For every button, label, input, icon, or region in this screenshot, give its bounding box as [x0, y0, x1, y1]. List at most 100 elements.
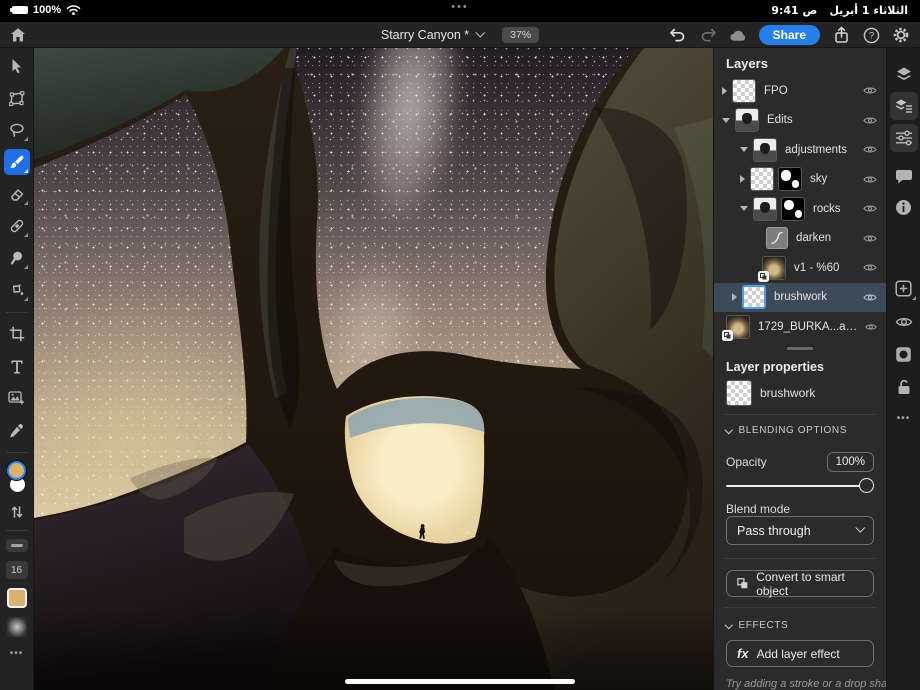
tool-options-indicator	[23, 265, 28, 269]
eraser-tool[interactable]	[4, 181, 30, 207]
blend-mode-label: Blend mode	[726, 502, 791, 516]
slider-knob[interactable]	[859, 478, 874, 493]
fill-tool[interactable]	[4, 277, 30, 303]
settings-gear-icon[interactable]	[892, 26, 910, 44]
canyon-rocks-illustration	[34, 48, 713, 690]
layer-visibility-button[interactable]	[890, 308, 918, 336]
brush-hardness-preview[interactable]	[6, 617, 27, 637]
caret-expanded-icon[interactable]	[740, 206, 748, 212]
adjustments-panel-toggle[interactable]	[889, 124, 918, 152]
layer-thumbnail[interactable]	[735, 108, 759, 133]
caret-collapsed-icon[interactable]	[740, 175, 745, 184]
opacity-value-field[interactable]: 100%	[826, 452, 874, 472]
lasso-tool[interactable]	[4, 117, 30, 143]
smart-object-thumbnail[interactable]	[722, 314, 750, 341]
layer-properties-panel-toggle[interactable]	[889, 92, 918, 120]
swap-colors-button[interactable]	[4, 503, 30, 521]
lock-layer-button[interactable]	[890, 372, 918, 400]
cloud-sync-icon[interactable]	[729, 26, 747, 44]
layer-row-rocks[interactable]: rocks	[714, 194, 886, 224]
layers-panel-title: Layers	[726, 56, 768, 71]
move-tool[interactable]	[4, 53, 30, 79]
type-tool[interactable]	[4, 353, 30, 379]
crop-tool[interactable]	[4, 321, 30, 347]
panel-drag-handle[interactable]	[787, 347, 813, 350]
more-tool-options-button[interactable]: •••	[10, 648, 24, 659]
layer-row-1729-burka[interactable]: 1729_BURKA...anced-NR33	[714, 312, 886, 342]
add-mask-button[interactable]	[890, 340, 918, 368]
visibility-eye-icon[interactable]	[863, 115, 877, 126]
layer-row-v1[interactable]: v1 - %60	[714, 253, 886, 283]
layer-name: FPO	[764, 84, 788, 97]
brush-color-swatch[interactable]	[6, 588, 27, 608]
smart-object-thumbnail[interactable]	[758, 255, 786, 282]
document-title-area[interactable]: Starry Canyon * 37%	[381, 22, 540, 48]
layer-row-brushwork-selected[interactable]: brushwork	[714, 282, 886, 312]
layer-thumbnail[interactable]	[753, 137, 777, 162]
more-layer-options-button[interactable]: •••	[890, 404, 918, 432]
undo-button[interactable]	[669, 26, 687, 44]
eyedropper-tool[interactable]	[4, 417, 30, 443]
add-layer-button[interactable]	[890, 274, 918, 302]
visibility-eye-icon[interactable]	[863, 233, 877, 244]
blend-mode-dropdown[interactable]: Pass through	[726, 516, 874, 545]
canvas-image[interactable]	[34, 48, 713, 690]
brush-size-value[interactable]: 16	[5, 561, 28, 579]
layers-panel-toggle[interactable]	[890, 60, 918, 88]
foreground-color-well[interactable]	[6, 461, 26, 480]
caret-expanded-icon[interactable]	[722, 117, 730, 123]
status-time: 9:41 ص	[771, 4, 818, 17]
effects-header[interactable]: EFFECTS	[724, 620, 788, 631]
multitask-dots[interactable]: •••	[451, 1, 469, 13]
divider	[724, 607, 876, 608]
visibility-eye-icon[interactable]	[863, 144, 877, 155]
slider-track[interactable]	[726, 485, 868, 487]
brush-stroke-preview[interactable]	[5, 539, 28, 552]
layer-row-adjustments[interactable]: adjustments	[714, 135, 886, 165]
smart-object-badge-icon	[722, 329, 733, 341]
layer-row-fpo[interactable]: FPO	[714, 76, 886, 106]
brush-tool[interactable]	[3, 149, 30, 175]
layer-mask-thumbnail[interactable]	[781, 196, 805, 221]
layer-mask-thumbnail[interactable]	[778, 167, 802, 192]
help-button[interactable]: ?	[862, 26, 880, 44]
divider	[5, 452, 28, 453]
opacity-slider[interactable]	[726, 478, 874, 494]
home-button[interactable]	[9, 26, 27, 44]
layer-row-edits[interactable]: Edits	[714, 106, 886, 136]
clone-stamp-tool[interactable]	[4, 245, 30, 271]
layer-row-darken[interactable]: darken	[714, 224, 886, 254]
convert-to-smart-object-button[interactable]: Convert to smart object	[726, 570, 874, 598]
caret-collapsed-icon[interactable]	[732, 293, 737, 302]
top-toolbar: Starry Canyon * 37% Share ?	[0, 22, 920, 48]
selected-layer-thumbnail[interactable]	[742, 285, 766, 310]
comments-panel-toggle[interactable]	[890, 162, 918, 190]
caret-expanded-icon[interactable]	[740, 147, 748, 153]
curves-adjustment-thumbnail[interactable]	[766, 227, 788, 250]
visibility-eye-icon[interactable]	[863, 203, 877, 214]
place-photo-tool[interactable]	[4, 385, 30, 411]
redo-button[interactable]	[699, 26, 717, 44]
info-button[interactable]	[890, 193, 918, 221]
visibility-eye-icon[interactable]	[865, 322, 877, 332]
blending-options-header[interactable]: BLENDING OPTIONS	[724, 425, 847, 436]
visibility-eye-icon[interactable]	[863, 85, 877, 96]
visibility-eye-icon[interactable]	[863, 262, 877, 273]
document-title[interactable]: Starry Canyon *	[381, 28, 469, 42]
zoom-level-badge[interactable]: 37%	[502, 27, 540, 43]
visibility-eye-icon[interactable]	[863, 292, 877, 303]
tool-options-indicator	[23, 201, 28, 205]
layer-thumbnail[interactable]	[753, 196, 777, 221]
add-layer-effect-button[interactable]: fx Add layer effect	[726, 640, 874, 667]
layer-thumbnail[interactable]	[732, 78, 756, 103]
divider	[5, 530, 28, 531]
layer-row-sky[interactable]: sky	[714, 165, 886, 195]
visibility-eye-icon[interactable]	[863, 174, 877, 185]
transform-tool[interactable]	[4, 85, 30, 111]
home-indicator-bar[interactable]	[345, 679, 575, 684]
layer-thumbnail[interactable]	[750, 167, 774, 192]
export-icon[interactable]	[832, 26, 850, 44]
share-button[interactable]: Share	[758, 25, 820, 45]
caret-collapsed-icon[interactable]	[722, 86, 727, 95]
healing-brush-tool[interactable]	[4, 213, 30, 239]
